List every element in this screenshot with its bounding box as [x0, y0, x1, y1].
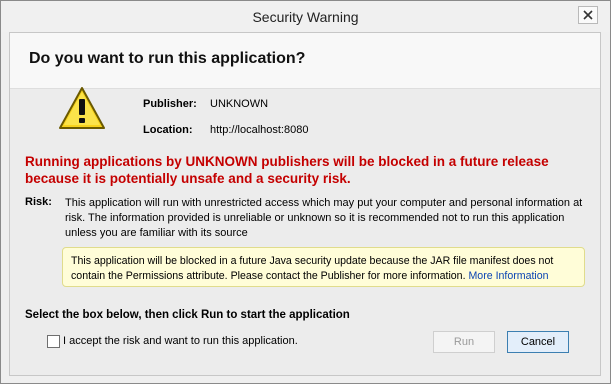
- publisher-label: Publisher:: [143, 98, 197, 110]
- close-icon: [583, 10, 593, 20]
- risk-text: This application will run with unrestric…: [65, 197, 583, 239]
- location-label: Location:: [143, 124, 193, 136]
- title-bar[interactable]: Security Warning: [1, 1, 610, 32]
- warning-icon: [59, 87, 105, 129]
- close-button[interactable]: [578, 6, 598, 24]
- dialog-heading: Do you want to run this application?: [29, 50, 306, 67]
- security-warning-window: Security Warning Do you want to run this…: [0, 0, 611, 384]
- accept-risk-label[interactable]: I accept the risk and want to run this a…: [63, 335, 298, 347]
- location-value: http://localhost:8080: [210, 124, 309, 136]
- dialog-body: Do you want to run this application? Pub…: [9, 32, 601, 376]
- manifest-notice: This application will be blocked in a fu…: [62, 247, 585, 287]
- window-title: Security Warning: [252, 9, 359, 25]
- blocked-warning-line-2: because it is potentially unsafe and a s…: [25, 171, 351, 186]
- header-band: Do you want to run this application?: [10, 33, 600, 89]
- publisher-value: UNKNOWN: [210, 98, 269, 110]
- blocked-warning: Running applications by UNKNOWN publishe…: [25, 153, 585, 187]
- cancel-button[interactable]: Cancel: [507, 331, 569, 353]
- risk-label: Risk:: [25, 196, 52, 208]
- run-button[interactable]: Run: [433, 331, 495, 353]
- accept-risk-checkbox[interactable]: [47, 335, 60, 348]
- blocked-warning-line-1: Running applications by UNKNOWN publishe…: [25, 154, 549, 169]
- more-information-link[interactable]: More Information: [468, 270, 548, 282]
- instruction-text: Select the box below, then click Run to …: [25, 309, 350, 321]
